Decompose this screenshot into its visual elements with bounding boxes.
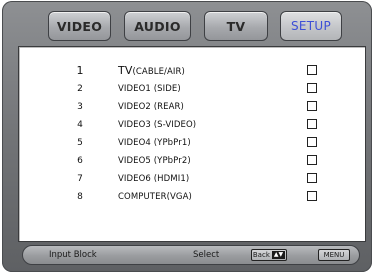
input-row-video3[interactable]: 4 VIDEO3 (S-VIDEO)	[19, 116, 365, 134]
input-row-video1[interactable]: 2 VIDEO1 (SIDE)	[19, 80, 365, 98]
block-checkbox[interactable]	[307, 191, 317, 201]
row-label: VIDEO4 (YPbPr1)	[118, 138, 191, 148]
row-label: VIDEO1 (SIDE)	[118, 84, 181, 94]
input-row-computer[interactable]: 8 COMPUTER(VGA)	[19, 188, 365, 206]
input-row-tv[interactable]: 1 TV(CABLE/AIR)	[19, 62, 365, 80]
tab-audio[interactable]: AUDIO	[124, 11, 191, 41]
block-checkbox[interactable]	[307, 173, 317, 183]
footer-title: Input Block	[49, 250, 97, 260]
row-number: 1	[76, 64, 84, 77]
row-number: 8	[77, 192, 83, 202]
row-number: 2	[77, 84, 83, 94]
updown-arrows-icon: ▲▼	[271, 251, 286, 259]
tab-video[interactable]: VIDEO	[48, 11, 111, 41]
input-row-video4[interactable]: 5 VIDEO4 (YPbPr1)	[19, 134, 365, 152]
menu-frame: VIDEO AUDIO TV SETUP 1 TV(CABLE/AIR) 2 V…	[2, 1, 372, 272]
tab-bar: VIDEO AUDIO TV SETUP	[48, 11, 342, 41]
row-number: 3	[77, 102, 83, 112]
row-label: TV(CABLE/AIR)	[118, 64, 185, 77]
row-label: VIDEO2 (REAR)	[118, 102, 184, 112]
input-row-video2[interactable]: 3 VIDEO2 (REAR)	[19, 98, 365, 116]
row-label: VIDEO6 (HDMI1)	[118, 174, 190, 184]
tab-setup[interactable]: SETUP	[280, 11, 342, 41]
menu-key-button[interactable]: MENU	[318, 249, 350, 261]
row-label: COMPUTER(VGA)	[118, 192, 192, 202]
tab-tv[interactable]: TV	[204, 11, 268, 41]
row-number: 4	[77, 120, 83, 130]
footer-bar: Input Block Select Back ▲▼ MENU	[22, 245, 360, 265]
row-number: 6	[77, 156, 83, 166]
back-key-button[interactable]: Back ▲▼	[251, 249, 287, 261]
block-checkbox[interactable]	[307, 137, 317, 147]
block-checkbox[interactable]	[307, 119, 317, 129]
input-row-video5[interactable]: 6 VIDEO5 (YPbPr2)	[19, 152, 365, 170]
block-checkbox[interactable]	[307, 155, 317, 165]
footer-select-hint: Select	[193, 250, 220, 260]
input-block-panel: 1 TV(CABLE/AIR) 2 VIDEO1 (SIDE) 3 VIDEO2…	[18, 46, 366, 242]
block-checkbox[interactable]	[307, 83, 317, 93]
block-checkbox[interactable]	[307, 65, 317, 75]
row-label: VIDEO5 (YPbPr2)	[118, 156, 191, 166]
row-number: 7	[77, 174, 83, 184]
input-row-video6[interactable]: 7 VIDEO6 (HDMI1)	[19, 170, 365, 188]
row-label: VIDEO3 (S-VIDEO)	[118, 120, 197, 130]
block-checkbox[interactable]	[307, 101, 317, 111]
back-key-label: Back	[252, 251, 270, 259]
row-number: 5	[77, 138, 83, 148]
